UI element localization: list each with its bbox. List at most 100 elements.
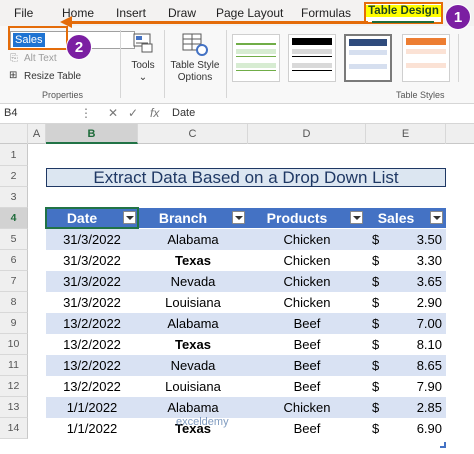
cancel-icon[interactable]: ✕ [108, 106, 118, 120]
formula-content[interactable]: Date [172, 107, 195, 119]
row-header[interactable]: 8 [0, 292, 28, 313]
date-cell[interactable]: 31/3/2022 [46, 229, 138, 250]
enter-icon[interactable]: ✓ [128, 106, 138, 120]
currency-symbol: $ [372, 253, 380, 268]
product-cell[interactable]: Chicken [248, 397, 366, 418]
currency-symbol: $ [372, 316, 380, 331]
row-header[interactable]: 9 [0, 313, 28, 334]
name-box[interactable]: B4 [4, 107, 17, 119]
column-header-b[interactable]: B [46, 124, 138, 144]
date-cell[interactable]: 13/2/2022 [46, 355, 138, 376]
product-cell[interactable]: Chicken [248, 229, 366, 250]
row-header[interactable]: 1 [0, 144, 28, 166]
row-header[interactable]: 14 [0, 418, 28, 439]
header-sales[interactable]: Sales [366, 208, 446, 228]
table-row[interactable]: 13/2/2022 Texas Beef $8.10 [46, 334, 446, 355]
table-style-blue-selected[interactable] [344, 34, 392, 82]
table-style-black[interactable] [288, 34, 336, 82]
tab-file[interactable]: File [14, 6, 33, 20]
date-cell[interactable]: 31/3/2022 [46, 271, 138, 292]
tab-formulas[interactable]: Formulas [301, 6, 351, 20]
column-header-a[interactable]: A [28, 124, 46, 144]
table-style-options-button[interactable]: Table Style Options [168, 30, 222, 90]
row-header[interactable]: 4 [0, 208, 28, 229]
worksheet-grid[interactable]: A B C D E 1 2 3 4 5 6 7 8 9 10 11 12 13 14 Extract Da… [0, 124, 474, 454]
column-header-c[interactable]: C [138, 124, 248, 144]
header-products[interactable]: Products [248, 208, 366, 228]
gallery-scroll-buttons[interactable] [458, 34, 472, 82]
sales-filter-dropdown-icon[interactable] [430, 211, 443, 224]
date-cell[interactable]: 1/1/2022 [46, 418, 138, 439]
branch-cell[interactable]: Alabama [138, 313, 248, 334]
sales-cell[interactable]: 7.90 [417, 376, 442, 397]
branch-cell[interactable]: Alabama [138, 229, 248, 250]
column-header-e[interactable]: E [366, 124, 446, 144]
product-cell[interactable]: Beef [248, 313, 366, 334]
table-row[interactable]: 13/2/2022 Louisiana Beef $7.90 [46, 376, 446, 397]
sales-cell[interactable]: 8.65 [417, 355, 442, 376]
date-cell[interactable]: 1/1/2022 [46, 397, 138, 418]
branch-cell[interactable]: Texas [138, 250, 248, 271]
branch-cell[interactable]: Louisiana [138, 376, 248, 397]
sheet-title[interactable]: Extract Data Based on a Drop Down List [46, 168, 446, 187]
row-header[interactable]: 2 [0, 166, 28, 187]
row-header[interactable]: 13 [0, 397, 28, 418]
product-cell[interactable]: Chicken [248, 250, 366, 271]
row-header[interactable]: 3 [0, 187, 28, 208]
sales-cell[interactable]: 6.90 [417, 418, 442, 439]
products-filter-dropdown-icon[interactable] [350, 211, 363, 224]
date-cell[interactable]: 13/2/2022 [46, 334, 138, 355]
tools-button[interactable]: Tools ⌄ [126, 30, 160, 86]
date-cell[interactable]: 31/3/2022 [46, 250, 138, 271]
sales-cell[interactable]: 7.00 [417, 313, 442, 334]
branch-cell[interactable]: Nevada [138, 355, 248, 376]
table-row[interactable]: 13/2/2022 Alabama Beef $7.00 [46, 313, 446, 334]
branch-filter-dropdown-icon[interactable] [232, 211, 245, 224]
row-header[interactable]: 10 [0, 334, 28, 355]
table-row[interactable]: 1/1/2022 Alabama Chicken $2.85 [46, 397, 446, 418]
product-cell[interactable]: Beef [248, 334, 366, 355]
table-row[interactable]: 31/3/2022 Louisiana Chicken $2.90 [46, 292, 446, 313]
sales-cell[interactable]: 8.10 [417, 334, 442, 355]
branch-cell[interactable]: Alabama [138, 397, 248, 418]
sales-cell[interactable]: 3.30 [417, 250, 442, 271]
column-header-d[interactable]: D [248, 124, 366, 144]
table-row[interactable]: 31/3/2022 Nevada Chicken $3.65 [46, 271, 446, 292]
branch-cell[interactable]: Nevada [138, 271, 248, 292]
row-header[interactable]: 12 [0, 376, 28, 397]
date-cell[interactable]: 13/2/2022 [46, 376, 138, 397]
alt-text-button[interactable]: Alt Text [24, 53, 57, 64]
table-row[interactable]: 31/3/2022 Texas Chicken $3.30 [46, 250, 446, 271]
row-header[interactable]: 5 [0, 229, 28, 250]
branch-cell[interactable]: Texas [138, 334, 248, 355]
product-cell[interactable]: Beef [248, 355, 366, 376]
table-row[interactable]: 13/2/2022 Nevada Beef $8.65 [46, 355, 446, 376]
row-header[interactable]: 6 [0, 250, 28, 271]
tab-page-layout[interactable]: Page Layout [216, 6, 283, 20]
header-branch[interactable]: Branch [138, 208, 248, 228]
date-cell[interactable]: 31/3/2022 [46, 292, 138, 313]
select-all-corner[interactable] [0, 124, 28, 144]
sales-cell[interactable]: 2.90 [417, 292, 442, 313]
product-cell[interactable]: Beef [248, 418, 366, 439]
product-cell[interactable]: Chicken [248, 292, 366, 313]
sales-cell[interactable]: 2.85 [417, 397, 442, 418]
table-style-orange[interactable] [402, 34, 450, 82]
branch-cell[interactable]: Louisiana [138, 292, 248, 313]
date-cell[interactable]: 13/2/2022 [46, 313, 138, 334]
row-header[interactable]: 7 [0, 271, 28, 292]
table-resize-handle[interactable] [440, 442, 446, 448]
row-header[interactable]: 11 [0, 355, 28, 376]
tab-draw[interactable]: Draw [168, 6, 196, 20]
tab-insert[interactable]: Insert [116, 6, 146, 20]
table-style-green[interactable] [232, 34, 280, 82]
table-row[interactable]: 1/1/2022 Texas Beef $6.90 [46, 418, 446, 439]
product-cell[interactable]: Beef [248, 376, 366, 397]
table-row[interactable]: 31/3/2022 Alabama Chicken $3.50 [46, 229, 446, 250]
sales-cell[interactable]: 3.65 [417, 271, 442, 292]
insert-function-icon[interactable]: fx [150, 106, 159, 120]
sales-cell[interactable]: 3.50 [417, 229, 442, 250]
tab-table-design[interactable]: Table Design [366, 5, 441, 17]
resize-table-button[interactable]: Resize Table [24, 71, 81, 82]
product-cell[interactable]: Chicken [248, 271, 366, 292]
